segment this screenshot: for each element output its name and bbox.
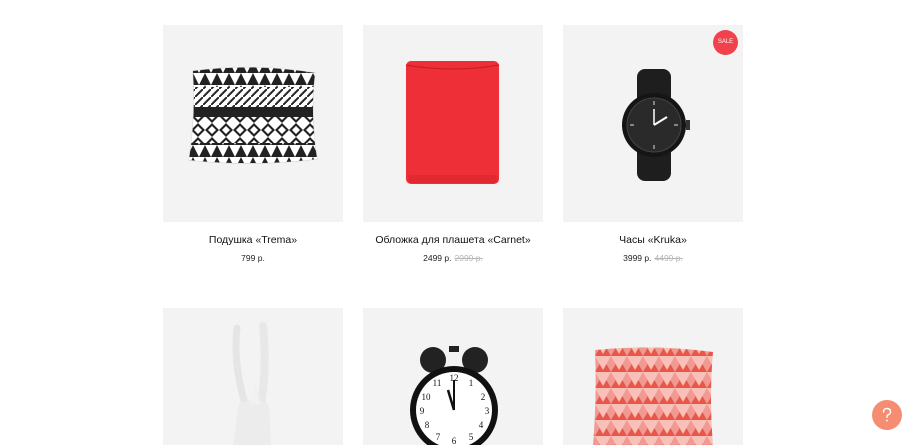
product-image[interactable] <box>163 308 343 445</box>
old-price: 4499 р. <box>654 253 683 263</box>
product-prices: 2499 р. 2999 р. <box>363 253 543 263</box>
product-card-alarm-clock[interactable]: 12 11 1 10 2 9 3 8 4 7 5 6 <box>363 308 543 445</box>
price: 3999 р. <box>623 253 652 263</box>
question-mark-icon <box>882 407 892 422</box>
product-image[interactable] <box>163 25 343 222</box>
product-image[interactable] <box>563 308 743 445</box>
product-prices: 799 р. <box>163 253 343 263</box>
svg-text:11: 11 <box>433 378 442 388</box>
product-title[interactable]: Обложка для плашета «Carnet» <box>363 234 543 246</box>
tablet-cover-image <box>405 61 500 184</box>
svg-text:4: 4 <box>479 420 484 430</box>
svg-text:7: 7 <box>436 432 441 442</box>
svg-text:8: 8 <box>425 420 430 430</box>
price: 799 р. <box>241 253 265 263</box>
product-image[interactable]: SALE <box>563 25 743 222</box>
product-card-antelope[interactable] <box>163 308 343 445</box>
svg-text:9: 9 <box>420 406 425 416</box>
old-price: 2999 р. <box>454 253 483 263</box>
product-title[interactable]: Подушка «Trema» <box>163 234 343 246</box>
watch-image <box>622 69 690 181</box>
alarm-clock-image: 12 11 1 10 2 9 3 8 4 7 5 6 <box>410 346 498 445</box>
sale-badge: SALE <box>713 30 738 55</box>
svg-text:3: 3 <box>485 406 490 416</box>
antelope-figurine-image <box>232 322 271 445</box>
product-prices: 3999 р. 4499 р. <box>563 253 743 263</box>
svg-text:5: 5 <box>469 432 474 442</box>
product-card-trema[interactable]: Подушка «Trema» 799 р. <box>163 25 343 270</box>
product-image[interactable]: 12 11 1 10 2 9 3 8 4 7 5 6 <box>363 308 543 445</box>
product-card-kruka[interactable]: SALE Часы «Kruka» 3999 р. 4499 р. <box>563 25 743 270</box>
price: 2499 р. <box>423 253 452 263</box>
product-card-pillow[interactable] <box>563 308 743 445</box>
pillow-pattern-image <box>188 66 318 164</box>
svg-text:10: 10 <box>422 392 432 402</box>
product-card-carnet[interactable]: Обложка для плашета «Carnet» 2499 р. 2999… <box>363 25 543 270</box>
svg-text:2: 2 <box>481 392 486 402</box>
product-title[interactable]: Часы «Kruka» <box>563 234 743 246</box>
svg-text:6: 6 <box>452 436 457 445</box>
help-button[interactable] <box>872 400 902 430</box>
svg-text:1: 1 <box>469 378 474 388</box>
product-image[interactable] <box>363 25 543 222</box>
pink-pillow-image <box>593 347 713 445</box>
